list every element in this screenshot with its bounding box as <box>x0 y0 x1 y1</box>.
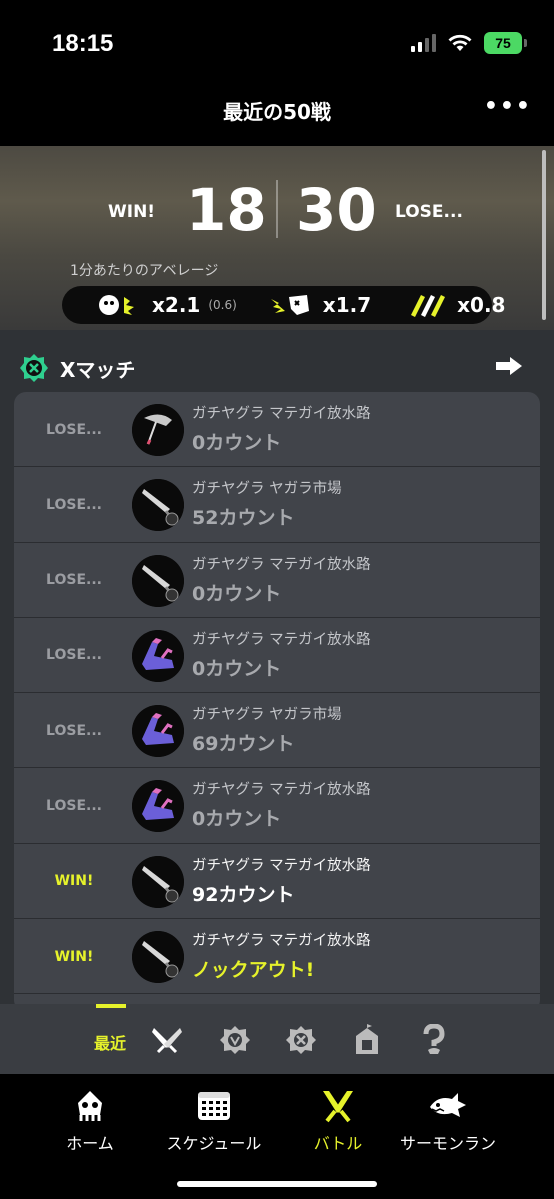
battle-result: LOSE... <box>46 647 102 664</box>
win-count: 18 <box>186 176 267 244</box>
weapon-purple-blaster-icon <box>132 629 184 682</box>
specials-stat: x0.8 <box>401 291 505 319</box>
more-icon[interactable]: ••• <box>484 94 532 119</box>
tab-label: ホーム <box>66 1134 114 1153</box>
average-stats: x2.1 (0.6) x1.7 x0.8 <box>62 286 505 324</box>
battle-result: LOSE... <box>46 496 102 513</box>
battle-row[interactable]: LOSE... ガチヤグラ マテガイ放水路 0カウント <box>14 768 540 844</box>
battery-icon: 75 <box>484 32 527 54</box>
battle-score: 0カウント <box>192 582 282 605</box>
bottom-tab-bar: ホーム スケジュール バトル サーモンラン <box>0 1074 554 1199</box>
specials-value: x0.8 <box>457 293 506 317</box>
lose-label: LOSE... <box>395 202 463 222</box>
battle-result: LOSE... <box>46 421 102 438</box>
special-icon <box>411 295 446 317</box>
lose-count: 30 <box>296 176 377 244</box>
scrollbar[interactable] <box>542 150 546 320</box>
section-title: Xマッチ <box>60 357 136 382</box>
battle-score: 69カウント <box>192 733 295 756</box>
battle-mode-stage: ガチヤグラ マテガイ放水路 <box>192 857 371 874</box>
win-lose-summary: WIN! 18 30 LOSE... 1分あたりのアベレージ x2.1 (0.6… <box>0 146 554 330</box>
kills-stat: x2.1 (0.6) <box>96 291 237 319</box>
battle-row[interactable]: LOSE... ガチヤグラ マテガイ放水路 0カウント <box>14 392 540 468</box>
status-bar: 18:15 75 <box>0 0 554 88</box>
battle-list: LOSE... ガチヤグラ マテガイ放水路 0カウント LOSE... ガチヤグ… <box>14 392 540 1004</box>
weapon-splatana-icon <box>132 479 184 532</box>
wifi-icon <box>448 34 472 51</box>
battle-row[interactable]: LOSE... ガチヤグラ マテガイ放水路 0カウント <box>14 543 540 618</box>
filter-x-battle-icon[interactable] <box>284 1024 318 1056</box>
salmon-icon <box>430 1093 466 1117</box>
weapon-umbrella-icon <box>132 404 184 456</box>
x-match-icon <box>20 354 48 382</box>
battle-mode-stage: ガチヤグラ マテガイ放水路 <box>192 631 371 648</box>
section-header: Xマッチ <box>18 352 135 384</box>
battle-result: WIN! <box>54 948 94 965</box>
mode-filter-bar: 最近 <box>0 1004 554 1074</box>
kill-icon <box>99 295 134 315</box>
assists-value: (0.6) <box>208 298 237 312</box>
page-title: 最近の50戦 <box>223 100 331 124</box>
battle-row[interactable]: WIN! ガチヤグラ マテガイ放水路 ノックアウト! <box>14 919 540 995</box>
weapon-splatana-icon <box>132 554 184 607</box>
battle-row[interactable]: LOSE... ガチヤグラ ヤガラ市場 52カウント <box>14 467 540 543</box>
battle-score: 0カウント <box>192 657 282 680</box>
battle-mode-stage: ガチヤグラ マテガイ放水路 <box>192 933 371 950</box>
status-time: 18:15 <box>52 30 114 57</box>
tab-home[interactable]: ホーム <box>25 1088 155 1154</box>
battle-score: 0カウント <box>192 808 282 831</box>
battle-score: 0カウント <box>192 432 282 454</box>
nav-header: 最近の50戦 ••• <box>0 88 554 146</box>
battle-icon <box>323 1091 353 1123</box>
battle-score: ノックアウト! <box>192 959 315 982</box>
filter-private-battle-icon[interactable] <box>416 1024 450 1056</box>
battle-mode-stage: ガチヤグラ マテガイ放水路 <box>192 556 371 573</box>
death-icon <box>270 295 309 315</box>
squid-icon <box>78 1091 102 1121</box>
signal-icon <box>411 34 436 52</box>
tab-salmon-run[interactable]: サーモンラン <box>383 1088 513 1154</box>
summary-divider <box>276 180 278 238</box>
filter-recent[interactable]: 最近 <box>94 1030 126 1054</box>
average-caption: 1分あたりのアベレージ <box>70 263 219 279</box>
deaths-value: x1.7 <box>322 293 372 317</box>
status-icons: 75 <box>411 32 527 54</box>
battle-mode-stage: ガチヤグラ マテガイ放水路 <box>192 406 371 422</box>
win-label: WIN! <box>108 202 156 222</box>
battle-result: LOSE... <box>46 797 102 814</box>
weapon-purple-blaster-icon <box>132 705 184 758</box>
battle-mode-stage: ガチヤグラ ヤガラ市場 <box>192 707 342 724</box>
battle-result: LOSE... <box>46 722 102 739</box>
weapon-splatana-icon <box>132 855 184 908</box>
tab-label: サーモンラン <box>399 1134 496 1153</box>
filter-event-battle-icon[interactable] <box>350 1024 384 1056</box>
battle-result: LOSE... <box>46 572 102 589</box>
weapon-splatana-icon <box>132 931 184 984</box>
battle-score: 52カウント <box>192 507 295 530</box>
filter-regular-battle-icon[interactable] <box>150 1024 184 1056</box>
battle-row[interactable]: LOSE... ガチヤグラ マテガイ放水路 0カウント <box>14 618 540 694</box>
battle-mode-stage: ガチヤグラ ヤガラ市場 <box>192 481 342 498</box>
tab-label: スケジュール <box>166 1134 262 1153</box>
battery-level: 75 <box>495 35 511 51</box>
battle-row[interactable]: LOSE... ガチヤグラ ヤガラ市場 69カウント <box>14 693 540 769</box>
arrow-right-icon[interactable] <box>494 356 524 376</box>
home-indicator[interactable] <box>177 1181 377 1187</box>
deaths-stat: x1.7 <box>267 291 371 319</box>
weapon-purple-blaster-icon <box>132 780 184 833</box>
kills-value: x2.1 <box>152 293 201 317</box>
filter-anarchy-battle-icon[interactable] <box>218 1024 252 1056</box>
tab-schedule[interactable]: スケジュール <box>149 1088 279 1154</box>
battle-result: WIN! <box>54 873 94 890</box>
battle-score: 92カウント <box>192 883 295 906</box>
battle-row[interactable]: WIN! ガチヤグラ マテガイ放水路 92カウント <box>14 844 540 920</box>
battle-mode-stage: ガチヤグラ マテガイ放水路 <box>192 782 371 799</box>
filter-active-indicator <box>96 1004 126 1008</box>
calendar-icon <box>198 1092 230 1120</box>
battle-list-area: Xマッチ LOSE... ガチヤグラ マテガイ放水路 0カウント LOSE... <box>0 330 554 1004</box>
